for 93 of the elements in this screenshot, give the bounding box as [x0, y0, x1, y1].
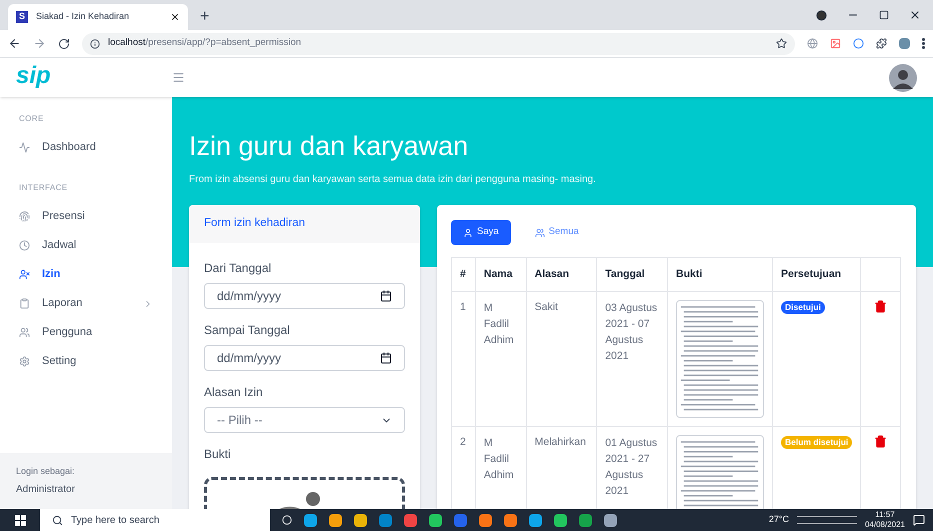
- users-icon: [19, 327, 30, 338]
- status-badge: Disetujui: [780, 301, 825, 314]
- page-title: Izin guru dan karyawan: [189, 133, 470, 160]
- field-label: Bukti: [204, 446, 232, 463]
- table-cell: M Fadlil Adhim: [484, 437, 514, 481]
- url-text: localhost/presensi/app/?p=absent_permission: [108, 36, 302, 50]
- clock-time: 11:57: [875, 510, 895, 520]
- filter-tab[interactable]: Saya: [451, 220, 511, 245]
- taskbar-app-icon[interactable]: [554, 514, 567, 526]
- table-cell: M Fadlil Adhim: [484, 302, 514, 346]
- column-header: Tanggal: [596, 258, 668, 292]
- notification-icon[interactable]: [913, 514, 925, 526]
- calendar-icon: [380, 352, 392, 364]
- info-icon: [90, 38, 100, 48]
- image-icon[interactable]: [830, 38, 841, 49]
- clock-icon: [19, 240, 30, 251]
- globe-icon[interactable]: [807, 38, 818, 49]
- field-label: Alasan Izin: [204, 384, 264, 401]
- sidebar-item[interactable]: Pengguna: [0, 318, 172, 347]
- bookmark-icon[interactable]: [776, 38, 787, 49]
- delete-icon[interactable]: [874, 300, 888, 313]
- status-badge: Belum disetujui: [780, 436, 852, 449]
- settings-icon: [19, 356, 30, 367]
- back-icon[interactable]: [8, 37, 21, 50]
- taskbar-app-icon[interactable]: [404, 514, 417, 526]
- reload-icon[interactable]: [58, 38, 70, 50]
- table-cell: Melahirkan: [534, 436, 586, 448]
- column-header: Bukti: [667, 258, 772, 292]
- close-icon[interactable]: [170, 12, 180, 22]
- sidebar-item[interactable]: Jadwal: [0, 231, 172, 260]
- table-cell: 01 Agustus 2021 - 27 Agustus 2021: [605, 437, 658, 497]
- column-header: Alasan: [526, 258, 597, 292]
- taskbar-app-icon[interactable]: [604, 514, 617, 526]
- tab-title: Siakad - Izin Kehadiran: [36, 10, 130, 24]
- date-field[interactable]: dd/mm/yyyy: [204, 283, 405, 309]
- sidebar-heading: INTERFACE: [18, 182, 68, 194]
- search-icon: [52, 514, 63, 526]
- maximize-icon[interactable]: [879, 10, 889, 20]
- sidebar-heading: CORE: [18, 113, 45, 125]
- column-header: Persetujuan: [772, 258, 861, 292]
- close-window-icon[interactable]: [909, 9, 921, 21]
- taskbar-app-icon[interactable]: [529, 514, 542, 526]
- browser-tab[interactable]: S Siakad - Izin Kehadiran: [8, 4, 188, 30]
- sidebar-item[interactable]: Izin: [0, 260, 172, 289]
- more-icon[interactable]: [922, 38, 925, 49]
- taskbar-app-icon[interactable]: [329, 514, 342, 526]
- field-label: Sampai Tanggal: [204, 322, 291, 339]
- column-header: Nama: [475, 258, 526, 292]
- users-icon: [534, 228, 545, 238]
- weather-text[interactable]: 27°C: [768, 513, 789, 527]
- page-subtitle: From izin absensi guru dan karyawan serta semua data izin dari pengguna masing- masing.: [189, 173, 597, 187]
- new-tab-button[interactable]: +: [188, 4, 222, 30]
- table-cell: Sakit: [534, 301, 558, 313]
- avatar[interactable]: [889, 64, 917, 92]
- user-icon: [19, 269, 30, 280]
- address-bar[interactable]: localhost/presensi/app/?p=absent_permission: [82, 32, 795, 54]
- sidebar-item[interactable]: Presensi: [0, 202, 172, 231]
- extension-badge-icon[interactable]: [899, 38, 910, 49]
- login-user: Administrator: [16, 483, 76, 497]
- table-cell: 03 Agustus 2021 - 07 Agustus 2021: [605, 302, 658, 362]
- profile-icon[interactable]: [816, 10, 827, 20]
- favicon: S: [16, 11, 28, 23]
- field-label: Dari Tanggal: [204, 260, 272, 277]
- table-cell: 2: [460, 436, 466, 448]
- date-field[interactable]: dd/mm/yyyy: [204, 345, 405, 371]
- column-header: #: [452, 258, 476, 292]
- card-title: Form izin kehadiran: [204, 216, 305, 232]
- taskbar-app-icon[interactable]: [429, 514, 442, 526]
- user-icon: [463, 228, 473, 238]
- taskbar-app-icon[interactable]: [579, 514, 592, 526]
- pulse-icon: [19, 142, 30, 153]
- delete-icon[interactable]: [874, 435, 888, 448]
- login-label: Login sebagai:: [16, 464, 76, 478]
- sidebar-item[interactable]: Laporan: [0, 289, 172, 318]
- table-cell: 1: [460, 301, 466, 313]
- clipboard-icon: [19, 298, 30, 309]
- taskbar-app-icon[interactable]: [304, 514, 317, 526]
- forward-icon[interactable]: [33, 37, 46, 50]
- taskbar-app-icon[interactable]: [379, 514, 392, 526]
- clock-date: 04/08/2021: [864, 520, 905, 530]
- sidebar-item[interactable]: Dashboard: [0, 133, 172, 162]
- taskbar-app-icon[interactable]: [479, 514, 492, 526]
- taskbar-app-icon[interactable]: [354, 514, 367, 526]
- menu-icon[interactable]: [172, 71, 185, 84]
- extension-icon[interactable]: [853, 38, 864, 49]
- calendar-icon: [380, 290, 392, 302]
- select-field[interactable]: -- Pilih --: [204, 407, 405, 433]
- cortana-icon[interactable]: [282, 515, 292, 525]
- taskbar-app-icon[interactable]: [504, 514, 517, 526]
- sidebar-item[interactable]: Setting: [0, 347, 172, 376]
- taskbar-search[interactable]: Type here to search: [40, 509, 270, 531]
- puzzle-icon[interactable]: [876, 38, 887, 49]
- fingerprint-icon: [19, 211, 30, 222]
